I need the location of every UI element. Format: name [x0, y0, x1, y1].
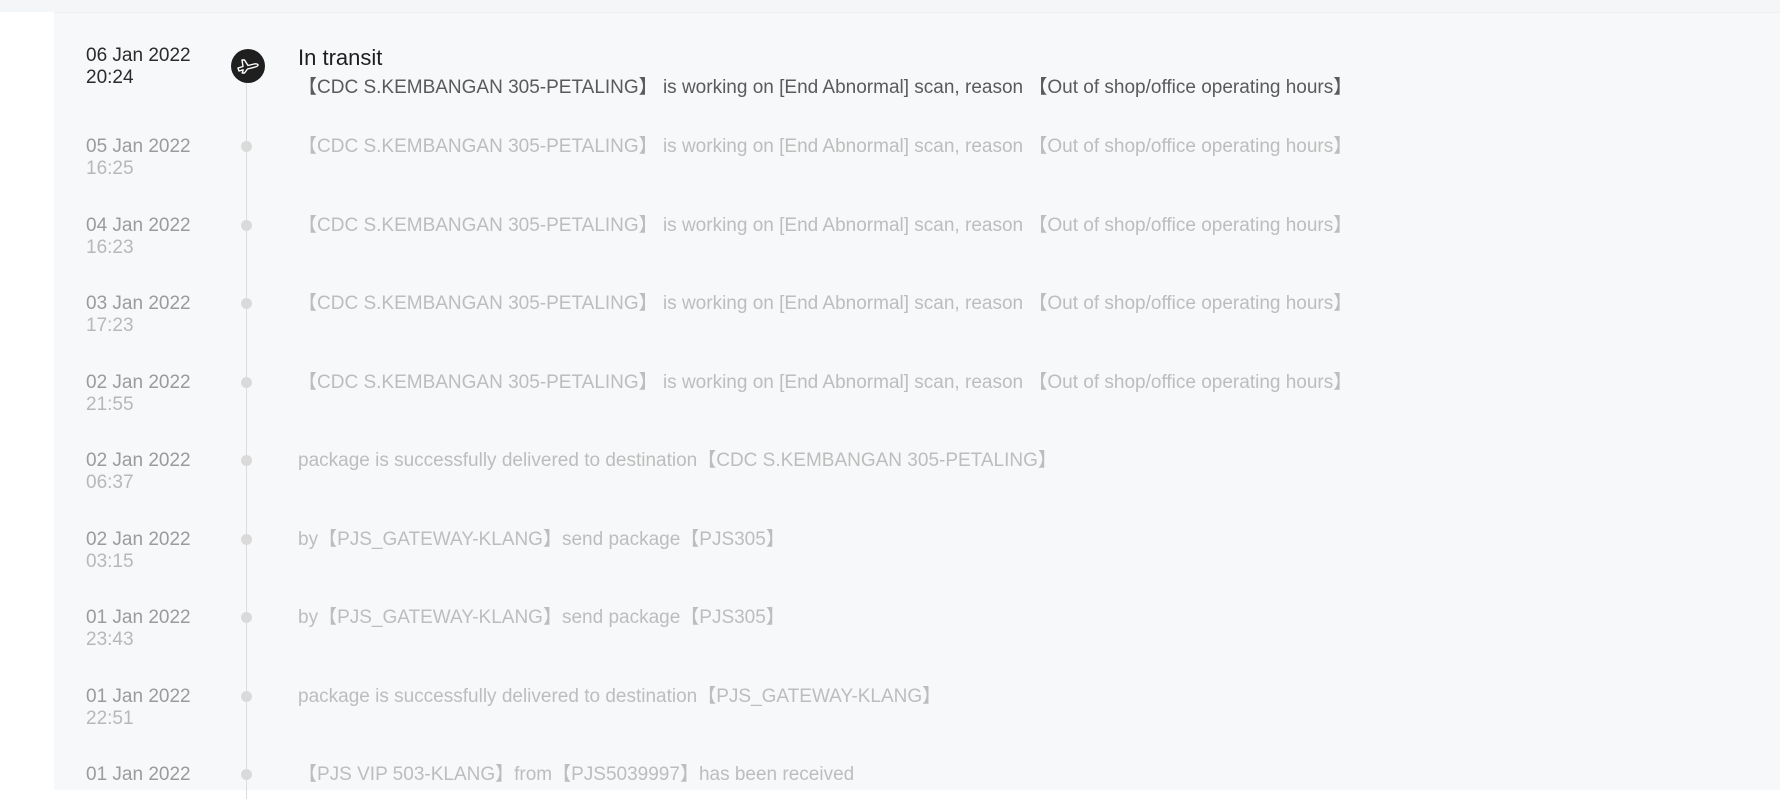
timeline-event: 01 Jan 2022 23:43 by【PJS_GATEWAY-KLANG】s… [54, 607, 1780, 677]
event-description: 【CDC S.KEMBANGAN 305-PETALING】 is workin… [298, 293, 1353, 314]
timeline-event: 02 Jan 2022 21:55 【CDC S.KEMBANGAN 305-P… [54, 372, 1780, 442]
event-description: package is successfully delivered to des… [298, 686, 942, 707]
airplane-icon [231, 49, 265, 83]
event-time: 20:24 [86, 67, 134, 88]
event-description: 【CDC S.KEMBANGAN 305-PETALING】 is workin… [298, 77, 1353, 98]
event-date: 05 Jan 2022 [86, 136, 191, 157]
event-date: 03 Jan 2022 [86, 293, 191, 314]
tracking-timeline-panel: 06 Jan 2022 20:24 In transit 【CDC S.KEMB… [54, 12, 1780, 799]
timeline-dot [241, 141, 252, 152]
event-description: 【PJS VIP 503-KLANG】from【PJS5039997】has b… [298, 764, 855, 785]
top-bar [0, 0, 1780, 12]
event-description: 【CDC S.KEMBANGAN 305-PETALING】 is workin… [298, 215, 1353, 236]
timeline-event: 01 Jan 2022 22:51 package is successfull… [54, 686, 1780, 756]
event-time: 22:51 [86, 708, 134, 729]
event-date: 06 Jan 2022 [86, 45, 191, 66]
event-time: 16:25 [86, 158, 134, 179]
event-description: 【CDC S.KEMBANGAN 305-PETALING】 is workin… [298, 372, 1353, 393]
timeline-dot [241, 769, 252, 780]
event-date: 01 Jan 2022 [86, 686, 191, 707]
timeline-event: 02 Jan 2022 06:37 package is successfull… [54, 450, 1780, 520]
event-description: 【CDC S.KEMBANGAN 305-PETALING】 is workin… [298, 136, 1353, 157]
event-time: 17:23 [86, 315, 134, 336]
current-status-title: In transit [298, 45, 383, 70]
timeline-event: 04 Jan 2022 16:23 【CDC S.KEMBANGAN 305-P… [54, 215, 1780, 285]
event-time: 03:15 [86, 551, 134, 572]
timeline-dot [241, 298, 252, 309]
timeline-dot [241, 455, 252, 466]
timeline-event: 02 Jan 2022 03:15 by【PJS_GATEWAY-KLANG】s… [54, 529, 1780, 599]
timeline-dot [241, 534, 252, 545]
timeline-dot [241, 691, 252, 702]
timeline-dot [241, 220, 252, 231]
event-description: by【PJS_GATEWAY-KLANG】send package【PJS305… [298, 529, 785, 550]
timeline-event-current: 06 Jan 2022 20:24 In transit 【CDC S.KEMB… [54, 45, 1780, 115]
event-description: by【PJS_GATEWAY-KLANG】send package【PJS305… [298, 607, 785, 628]
event-time: 06:37 [86, 472, 134, 493]
timeline-event: 05 Jan 2022 16:25 【CDC S.KEMBANGAN 305-P… [54, 136, 1780, 206]
event-time: 21:55 [86, 394, 134, 415]
timeline-dot [241, 612, 252, 623]
event-description: package is successfully delivered to des… [298, 450, 1057, 471]
event-date: 02 Jan 2022 [86, 372, 191, 393]
timeline-event: 01 Jan 2022 【PJS VIP 503-KLANG】from【PJS5… [54, 764, 1780, 791]
event-date: 02 Jan 2022 [86, 529, 191, 550]
event-time: 16:23 [86, 237, 134, 258]
timeline-event: 03 Jan 2022 17:23 【CDC S.KEMBANGAN 305-P… [54, 293, 1780, 363]
event-date: 01 Jan 2022 [86, 764, 191, 785]
event-time: 23:43 [86, 629, 134, 650]
event-date: 01 Jan 2022 [86, 607, 191, 628]
event-date: 02 Jan 2022 [86, 450, 191, 471]
event-date: 04 Jan 2022 [86, 215, 191, 236]
timeline-dot [241, 377, 252, 388]
